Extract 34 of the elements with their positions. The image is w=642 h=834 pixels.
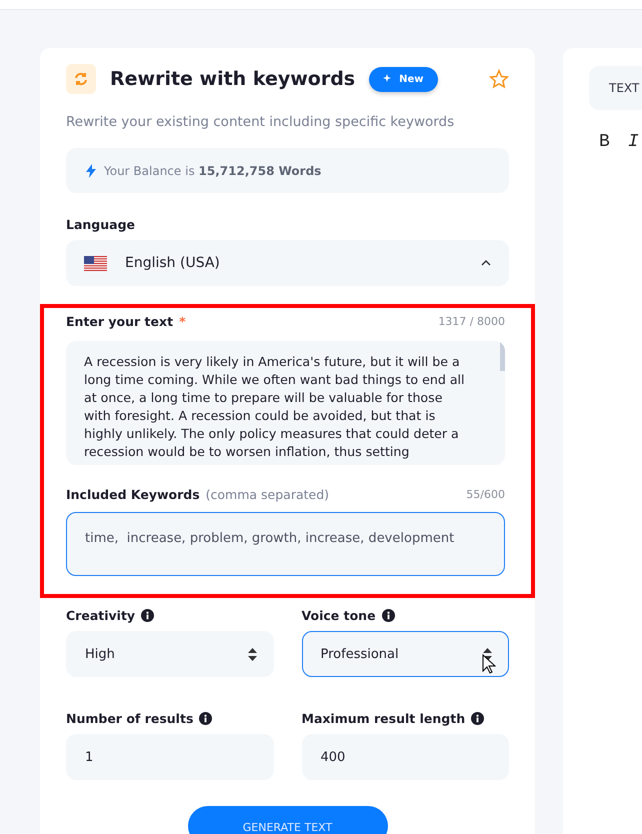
option-select[interactable]: High: [66, 631, 274, 677]
option-input[interactable]: 400: [302, 734, 509, 780]
new-badge[interactable]: New: [369, 66, 438, 92]
info-icon: [471, 712, 484, 725]
language-label: Language: [66, 217, 136, 232]
char-counter: 1317 / 8000: [438, 315, 505, 328]
balance-text: Your Balance is 15,712,758 Words: [104, 164, 322, 178]
option-select[interactable]: Professional: [302, 631, 509, 677]
option-label: Number of results: [66, 711, 274, 726]
page-title: Rewrite with keywords: [110, 68, 356, 90]
keyword-counter: 55/600: [466, 488, 505, 501]
option-label: Creativity: [66, 608, 274, 623]
flag-icon: [84, 256, 107, 270]
info-icon: [141, 609, 154, 622]
option-label: Voice tone: [302, 608, 509, 623]
option-input[interactable]: 1: [66, 734, 274, 780]
info-icon: [382, 609, 395, 622]
editor-tab[interactable]: TEXT: [589, 66, 642, 110]
refresh-icon: [66, 64, 96, 94]
language-select[interactable]: English (USA): [66, 240, 509, 286]
chevron-icon: [481, 260, 491, 266]
italic-button[interactable]: I: [628, 132, 639, 152]
bold-button[interactable]: B: [599, 132, 610, 152]
option-label: Maximum result length: [302, 711, 509, 726]
cursor-icon: [482, 654, 496, 674]
description: Rewrite your existing content including specific keywords: [66, 114, 456, 130]
lightning-icon: [86, 164, 96, 178]
sort-icon: [248, 648, 256, 660]
text-label: Enter your text *: [66, 314, 186, 329]
info-icon: [199, 712, 212, 725]
star-icon[interactable]: [489, 69, 509, 89]
keywords-field[interactable]: time, increase, problem, growth, increase, development: [66, 512, 505, 576]
keywords-label: Included Keywords (comma separated): [66, 487, 330, 502]
text-area[interactable]: A recession is very likely in America's future, but it will be a long time coming. While we often want bad things to end all at once, a long time to prepare will be valuable for those with foresight. A recession could be avoided, but that is highly unlikely. The only policy measures that could deter a recession would be to worsen inflation, thus setting: [66, 341, 505, 465]
